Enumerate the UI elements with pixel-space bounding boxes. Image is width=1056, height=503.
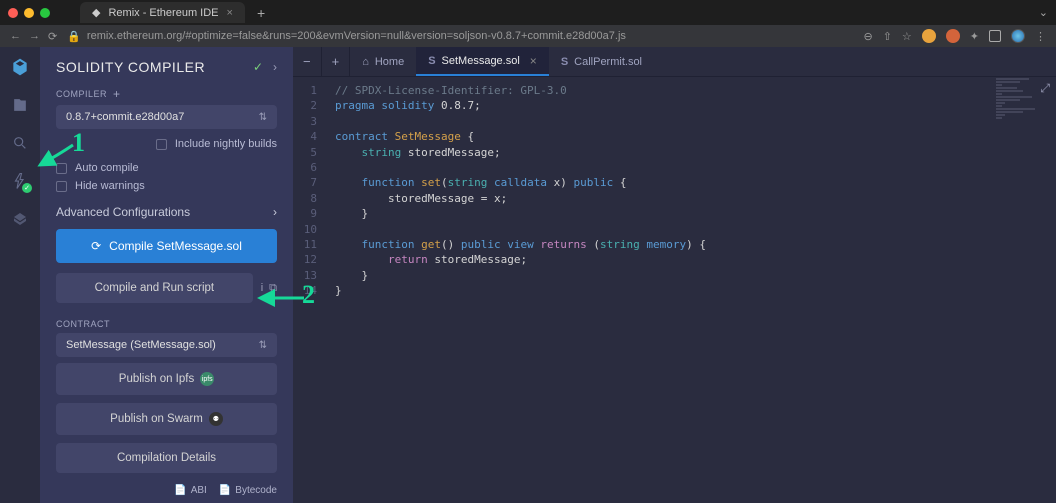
compile-run-script-label: Compile and Run script (95, 282, 215, 294)
tab-callpermit-label: CallPermit.sol (574, 56, 642, 68)
extension-2-icon[interactable] (946, 29, 960, 43)
contract-select[interactable]: SetMessage (SetMessage.sol) ⇅ (56, 333, 277, 357)
window-menu-icon[interactable]: ⌄ (1039, 6, 1048, 19)
solidity-icon: S (428, 55, 435, 67)
zoom-icon[interactable]: ⊖ (863, 30, 872, 43)
fullscreen-icon[interactable]: ⤢ (1040, 81, 1050, 96)
publish-swarm-label: Publish on Swarm (110, 413, 203, 425)
code-content[interactable]: // SPDX-License-Identifier: GPL-3.0pragm… (325, 77, 706, 503)
profile-avatar-icon[interactable] (1011, 29, 1025, 43)
home-icon: ⌂ (362, 56, 369, 68)
zoom-in-button[interactable]: + (322, 47, 351, 76)
ipfs-badge-icon: ipfs (200, 372, 214, 386)
lock-icon: 🔒 (67, 30, 81, 43)
swarm-badge-icon: ⚉ (209, 412, 223, 426)
copy-icon[interactable]: ⧉ (269, 282, 277, 295)
compilation-details-label: Compilation Details (117, 452, 216, 464)
new-tab-button[interactable]: + (257, 5, 265, 21)
browser-toolbar: ← → ⟳ 🔒 remix.ethereum.org/#optimize=fal… (0, 25, 1056, 47)
chevron-updown-icon: ⇅ (259, 112, 267, 123)
abi-link[interactable]: 📄 ABI (174, 485, 207, 496)
zoom-out-button[interactable]: − (293, 47, 322, 76)
activity-bar: ✓ (0, 47, 40, 503)
contract-label: CONTRACT (56, 319, 110, 329)
hide-warnings-label: Hide warnings (75, 180, 145, 192)
auto-compile-label: Auto compile (75, 162, 139, 174)
tab-home[interactable]: ⌂ Home (350, 47, 416, 76)
auto-compile-checkbox[interactable] (56, 163, 67, 174)
publish-ipfs-label: Publish on Ipfs (119, 373, 194, 385)
info-icon[interactable]: i (261, 282, 263, 295)
compiler-version-select[interactable]: 0.8.7+commit.e28d00a7 ⇅ (56, 105, 277, 129)
add-compiler-button[interactable]: + (113, 87, 121, 101)
url-text: remix.ethereum.org/#optimize=false&runs=… (87, 30, 626, 42)
forward-button[interactable]: → (29, 30, 40, 43)
browser-tab[interactable]: ◆ Remix - Ethereum IDE × (80, 2, 245, 23)
search-icon[interactable] (10, 133, 30, 153)
panel-title: SOLIDITY COMPILER (56, 59, 205, 75)
include-nightly-label: Include nightly builds (175, 138, 277, 150)
include-nightly-checkbox[interactable] (156, 139, 167, 150)
file-explorer-icon[interactable] (10, 95, 30, 115)
tab-favicon: ◆ (92, 6, 100, 19)
reload-button[interactable]: ⟳ (48, 30, 57, 43)
compiler-version-value: 0.8.7+commit.e28d00a7 (66, 111, 184, 123)
compile-button[interactable]: ⟳ Compile SetMessage.sol (56, 229, 277, 263)
bytecode-link[interactable]: 📄 Bytecode (219, 485, 277, 496)
extension-4-icon[interactable] (989, 30, 1001, 42)
tab-callpermit[interactable]: S CallPermit.sol (549, 47, 654, 76)
publish-ipfs-button[interactable]: Publish on Ipfs ipfs (56, 363, 277, 395)
compile-button-label: Compile SetMessage.sol (109, 239, 242, 253)
tab-setmessage[interactable]: S SetMessage.sol × (416, 47, 549, 76)
close-tab-icon[interactable]: × (227, 7, 233, 19)
deploy-icon[interactable] (10, 209, 30, 229)
advanced-config-label: Advanced Configurations (56, 205, 190, 219)
browser-menu-icon[interactable]: ⋮ (1035, 30, 1046, 43)
traffic-lights (8, 8, 50, 18)
tab-home-label: Home (375, 56, 404, 68)
remix-logo-icon[interactable] (10, 57, 30, 77)
back-button[interactable]: ← (10, 30, 21, 43)
compiler-icon[interactable]: ✓ (10, 171, 30, 191)
hide-warnings-checkbox[interactable] (56, 181, 67, 192)
close-window-icon[interactable] (8, 8, 18, 18)
publish-swarm-button[interactable]: Publish on Swarm ⚉ (56, 403, 277, 435)
extension-1-icon[interactable] (922, 29, 936, 43)
window-titlebar: ◆ Remix - Ethereum IDE × + ⌄ (0, 0, 1056, 25)
panel-expand-icon[interactable]: › (273, 60, 277, 74)
chevron-updown-icon: ⇅ (259, 340, 267, 351)
advanced-config-toggle[interactable]: Advanced Configurations › (56, 195, 277, 229)
editor-area: − + ⌂ Home S SetMessage.sol × S CallPerm… (293, 47, 1056, 503)
contract-select-value: SetMessage (SetMessage.sol) (66, 339, 216, 351)
maximize-window-icon[interactable] (40, 8, 50, 18)
code-editor[interactable]: 1234567891011121314 // SPDX-License-Iden… (293, 77, 1056, 503)
solidity-icon: S (561, 56, 568, 68)
line-gutter: 1234567891011121314 (293, 77, 325, 503)
compile-run-script-button[interactable]: Compile and Run script (56, 273, 253, 303)
compiler-label: COMPILER (56, 89, 107, 99)
tab-setmessage-label: SetMessage.sol (442, 55, 520, 67)
bookmark-icon[interactable]: ☆ (902, 30, 912, 43)
close-tab-icon[interactable]: × (530, 54, 537, 68)
address-bar[interactable]: 🔒 remix.ethereum.org/#optimize=false&run… (67, 30, 853, 43)
minimize-window-icon[interactable] (24, 8, 34, 18)
compile-success-icon: ✓ (253, 60, 263, 74)
refresh-icon: ⟳ (91, 239, 101, 253)
extensions-puzzle-icon[interactable]: ✦ (970, 30, 979, 43)
editor-tabset: − + ⌂ Home S SetMessage.sol × S CallPerm… (293, 47, 1056, 77)
tab-title: Remix - Ethereum IDE (108, 7, 218, 19)
chevron-right-icon: › (273, 205, 277, 219)
compiler-panel: SOLIDITY COMPILER ✓ › COMPILER + 0.8.7+c… (40, 47, 293, 503)
compilation-details-button[interactable]: Compilation Details (56, 443, 277, 473)
share-icon[interactable]: ⇧ (883, 30, 892, 43)
